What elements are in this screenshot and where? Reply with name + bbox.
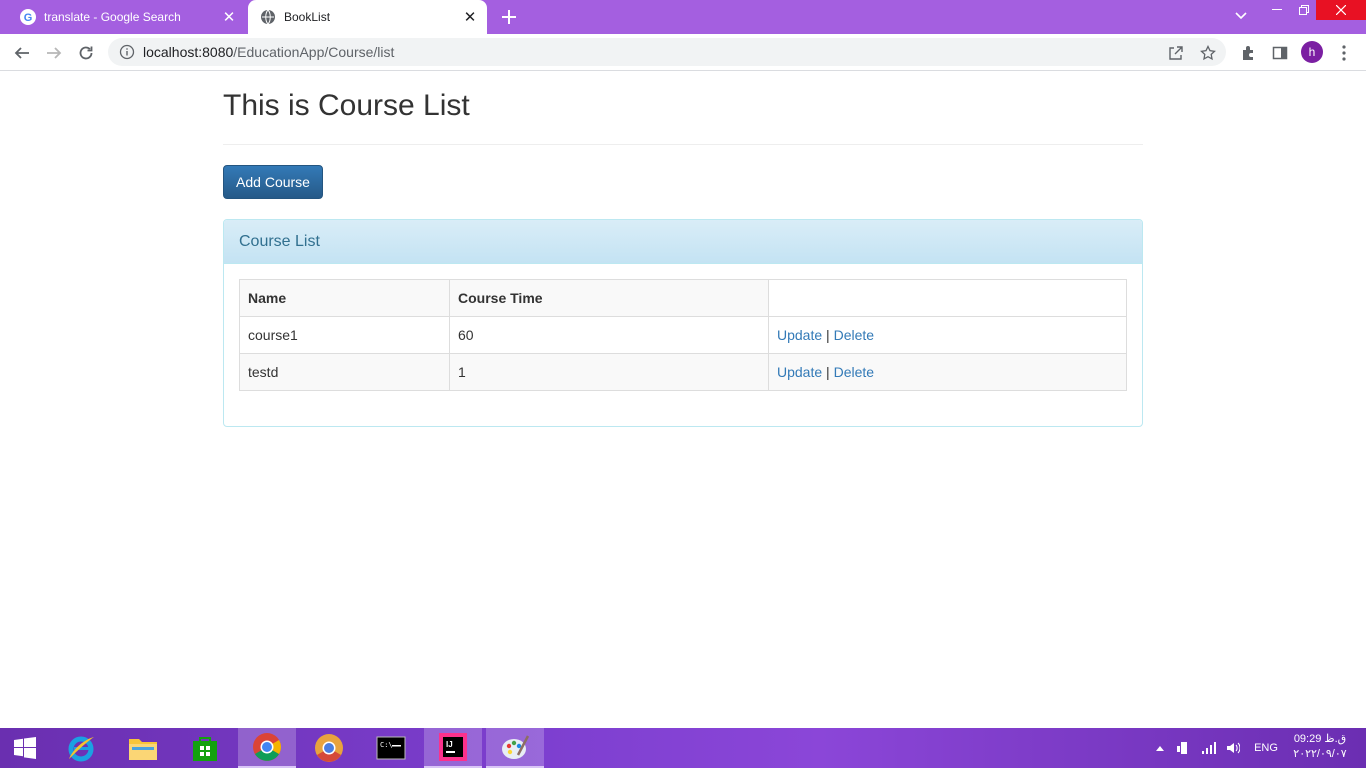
clock-date: ۲۰۲۲/۰۹/۰۷	[1293, 748, 1347, 760]
side-panel-icon[interactable]	[1270, 43, 1290, 63]
language-indicator[interactable]: ENG	[1250, 728, 1282, 768]
url-path: /EducationApp/Course/list	[233, 44, 395, 60]
add-course-button[interactable]: Add Course	[223, 165, 323, 199]
chrome-alt-icon[interactable]	[300, 728, 358, 768]
page-content: This is Course List Add Course Course Li…	[0, 71, 1366, 728]
delete-link[interactable]: Delete	[834, 327, 874, 343]
svg-text:IJ: IJ	[446, 740, 453, 749]
menu-kebab-icon[interactable]	[1334, 43, 1354, 63]
google-icon: G	[20, 9, 36, 25]
column-header-course-time: Course Time	[449, 279, 769, 317]
intellij-icon[interactable]: IJ	[424, 728, 482, 768]
tab-google-search[interactable]: G translate - Google Search ✕	[8, 0, 246, 34]
divider	[223, 144, 1143, 145]
tab-search-chevron-icon[interactable]	[1230, 6, 1252, 26]
close-icon[interactable]: ✕	[461, 8, 479, 26]
reload-button[interactable]	[73, 40, 99, 66]
table-header-row: Name Course Time	[239, 279, 1127, 317]
back-button[interactable]	[9, 40, 35, 66]
course-list-panel: Course List Name Course Time course1 60 …	[223, 219, 1143, 427]
tab-strip: G translate - Google Search ✕ BookList ✕	[0, 0, 1366, 34]
tab-booklist[interactable]: BookList ✕	[248, 0, 487, 34]
chrome-icon[interactable]	[238, 728, 296, 768]
profile-avatar[interactable]: h	[1301, 41, 1323, 63]
cell-name: testd	[239, 353, 450, 391]
delete-link[interactable]: Delete	[834, 364, 874, 380]
table-row: testd 1 Update | Delete	[239, 353, 1127, 391]
svg-text:C:\: C:\	[380, 741, 393, 749]
store-icon[interactable]	[176, 728, 234, 768]
paint-icon[interactable]	[486, 728, 544, 768]
tab-title: translate - Google Search	[44, 10, 181, 24]
internet-explorer-icon[interactable]	[52, 728, 110, 768]
restore-button[interactable]	[1293, 0, 1315, 20]
site-info-icon[interactable]	[119, 44, 135, 60]
cmd-icon[interactable]: C:\	[362, 728, 420, 768]
clock[interactable]: 09:29 ق.ظ ۲۰۲۲/۰۹/۰۷	[1288, 732, 1352, 762]
panel-title: Course List	[224, 220, 1142, 264]
update-link[interactable]: Update	[777, 327, 822, 343]
file-explorer-icon[interactable]	[114, 728, 172, 768]
clock-time: 09:29 ق.ظ	[1293, 733, 1347, 745]
column-header-name: Name	[239, 279, 450, 317]
new-tab-button[interactable]	[498, 6, 520, 28]
course-table: Name Course Time course1 60 Update | Del…	[239, 279, 1127, 391]
close-icon[interactable]: ✕	[220, 8, 238, 26]
cell-course-time: 1	[449, 353, 769, 391]
globe-icon	[260, 9, 276, 25]
column-header-actions	[768, 279, 1127, 317]
device-icon[interactable]	[1174, 728, 1192, 768]
cell-actions: Update | Delete	[768, 316, 1127, 354]
chevron-up-icon[interactable]	[1152, 728, 1168, 768]
window-close-button[interactable]	[1316, 0, 1366, 20]
volume-icon[interactable]	[1224, 728, 1242, 768]
start-icon[interactable]	[0, 728, 50, 768]
extensions-icon[interactable]	[1238, 43, 1258, 63]
table-row: course1 60 Update | Delete	[239, 316, 1127, 354]
update-link[interactable]: Update	[777, 364, 822, 380]
address-bar[interactable]: localhost:8080/EducationApp/Course/list	[108, 38, 1226, 66]
cell-course-time: 60	[449, 316, 769, 354]
cell-actions: Update | Delete	[768, 353, 1127, 391]
url-text: localhost:8080/EducationApp/Course/list	[143, 44, 394, 60]
tab-title: BookList	[284, 10, 331, 24]
share-icon[interactable]	[1166, 43, 1186, 63]
network-signal-icon[interactable]	[1200, 728, 1218, 768]
forward-button[interactable]	[41, 40, 67, 66]
windows-taskbar: C:\ IJ ENG 09:29 ق.ظ ۲۰۲۲/۰۹/۰۷	[0, 728, 1366, 768]
bookmark-star-icon[interactable]	[1198, 43, 1218, 63]
svg-text:G: G	[24, 12, 33, 24]
page-title: This is Course List	[223, 89, 470, 122]
action-separator: |	[826, 364, 830, 380]
url-host: localhost:8080	[143, 44, 234, 60]
minimize-button[interactable]	[1266, 0, 1288, 20]
action-separator: |	[826, 327, 830, 343]
cell-name: course1	[239, 316, 450, 354]
